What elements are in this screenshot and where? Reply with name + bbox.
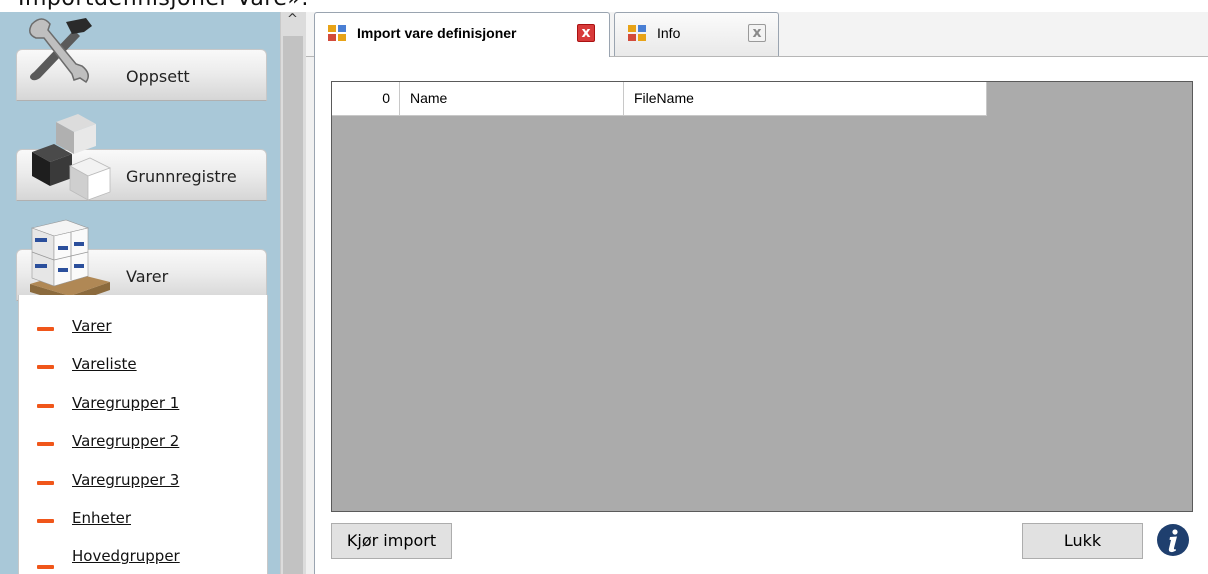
run-import-button[interactable]: Kjør import [331,523,452,559]
tab-content: 0 Name FileName Kjør import Lukk [314,57,1208,574]
close-icon[interactable]: x [748,24,766,42]
window-title: Importdefinisjoner Vare». [18,0,309,11]
sidebar-item-varegrupper-2[interactable]: Varegrupper 2 [19,430,259,458]
tab-label: Info [657,25,681,41]
dash-icon [37,365,54,369]
info-icon[interactable] [1156,523,1190,557]
cubes-icon [32,114,112,201]
tools-icon [29,18,92,84]
scroll-up-icon[interactable]: ^ [287,12,298,27]
tab-info[interactable]: Info x [614,12,779,56]
sidebar-item-label[interactable]: Varegrupper 2 [72,432,179,450]
sidebar-section-label: Oppsett [126,67,190,86]
sidebar-item-varegrupper-3[interactable]: Varegrupper 3 [19,469,259,497]
tab-label: Import vare definisjoner [357,25,517,41]
sidebar-item-varegrupper-1[interactable]: Varegrupper 1 [19,392,259,420]
sidebar-item-label[interactable]: Vareliste [72,355,137,373]
sidebar-item-vareliste[interactable]: Vareliste [19,353,259,381]
dash-icon [37,404,54,408]
varer-item-list: Varer Vareliste Varegrupper 1 Varegruppe… [18,295,268,574]
scrollbar-thumb[interactable] [283,36,303,574]
sidebar: Oppsett Grunnregistre Varer Varer Vareli… [0,12,280,574]
dash-icon [37,327,54,331]
sidebar-section-label: Varer [126,267,169,286]
form-icon [328,25,346,41]
pallet-boxes-icon [30,219,110,304]
sidebar-item-label[interactable]: Enheter [72,509,131,527]
tab-strip: Import vare definisjoner x Info x [306,12,1208,57]
sidebar-item-varer[interactable]: Varer [19,315,259,343]
sidebar-item-label[interactable]: Hovedgrupper [72,547,180,565]
close-icon[interactable]: x [577,24,595,42]
main-area: Import vare definisjoner x Info x 0 Name… [306,12,1208,574]
dash-icon [37,519,54,523]
grid-header: 0 Name FileName [332,82,987,116]
sidebar-item-label[interactable]: Varegrupper 3 [72,471,179,489]
sidebar-section-label: Grunnregistre [126,167,237,186]
dash-icon [37,565,54,569]
sidebar-item-enheter[interactable]: Enheter [19,507,259,535]
row-count-header: 0 [332,82,400,115]
sidebar-scrollbar[interactable]: ^ [280,12,307,574]
sidebar-item-label[interactable]: Varegrupper 1 [72,394,179,412]
dash-icon [37,481,54,485]
column-header-filename[interactable]: FileName [624,82,987,115]
close-button[interactable]: Lukk [1022,523,1143,559]
column-header-name[interactable]: Name [400,82,624,115]
tab-import-vare-definisjoner[interactable]: Import vare definisjoner x [314,12,610,57]
form-icon [628,25,646,41]
dash-icon [37,442,54,446]
sidebar-item-label[interactable]: Varer [72,317,112,335]
data-grid[interactable]: 0 Name FileName [331,81,1193,512]
sidebar-item-hovedgrupper[interactable]: Hovedgrupper [19,545,259,573]
